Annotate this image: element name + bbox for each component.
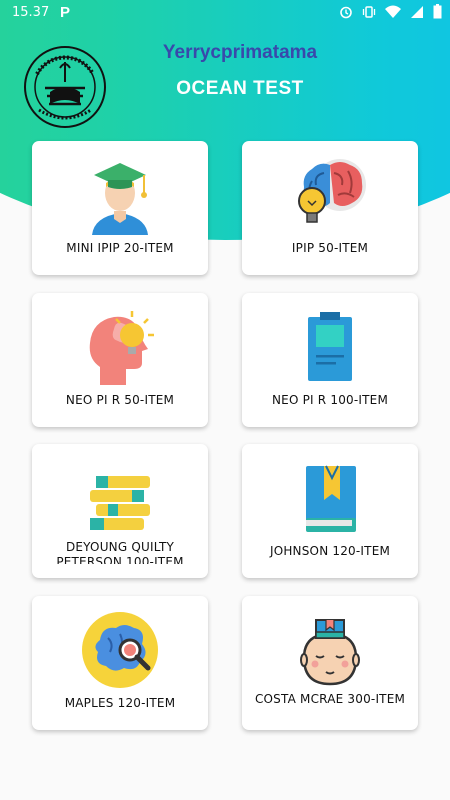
card-deyoung-quilty-peterson-100[interactable]: DEYOUNG QUILTY PETERSON 100-ITEM (32, 444, 208, 578)
book-icon (306, 465, 356, 532)
card-neo-pi-r-50[interactable]: NEO PI R 50-ITEM (32, 293, 208, 427)
battery-icon (433, 4, 442, 19)
head-book-icon (300, 619, 360, 686)
app-subtitle: OCEAN TEST (176, 78, 304, 99)
card-label: COSTA MCRAE 300-ITEM (254, 692, 406, 706)
alarm-icon (340, 6, 352, 18)
signal-icon (411, 5, 423, 18)
card-costa-mcrae-300[interactable]: COSTA MCRAE 300-ITEM (242, 596, 418, 730)
card-label: DEYOUNG QUILTY PETERSON 100-ITEM (56, 540, 184, 564)
card-mini-ipip-20[interactable]: MINI IPIP 20-ITEM (32, 141, 208, 275)
status-time: 15.37 (12, 5, 50, 20)
status-bar: 15.37 P (0, 0, 450, 26)
vibrate-icon (362, 5, 376, 18)
card-maples-120[interactable]: MAPLES 120-ITEM (32, 596, 208, 730)
brain-bulb-icon (298, 159, 366, 223)
card-label: NEO PI R 100-ITEM (272, 393, 388, 407)
graduate-icon (92, 163, 148, 235)
card-neo-pi-r-100[interactable]: NEO PI R 100-ITEM (242, 293, 418, 427)
head-idea-icon (89, 311, 154, 385)
card-label: MINI IPIP 20-ITEM (66, 241, 174, 255)
document-icon (308, 312, 352, 381)
books-stack-icon (90, 476, 150, 530)
card-ipip-50[interactable]: IPIP 50-ITEM (242, 141, 418, 275)
card-label: MAPLES 120-ITEM (64, 696, 176, 710)
university-seal-icon (24, 46, 106, 128)
wifi-icon (385, 5, 401, 18)
app-title: Yerrycprimatama (162, 42, 318, 63)
parking-p-icon: P (60, 4, 71, 21)
brain-search-icon (82, 612, 158, 688)
card-label: NEO PI R 50-ITEM (65, 393, 175, 407)
card-label: JOHNSON 120-ITEM (269, 544, 391, 558)
card-johnson-120[interactable]: JOHNSON 120-ITEM (242, 444, 418, 578)
card-label: IPIP 50-ITEM (291, 241, 369, 255)
